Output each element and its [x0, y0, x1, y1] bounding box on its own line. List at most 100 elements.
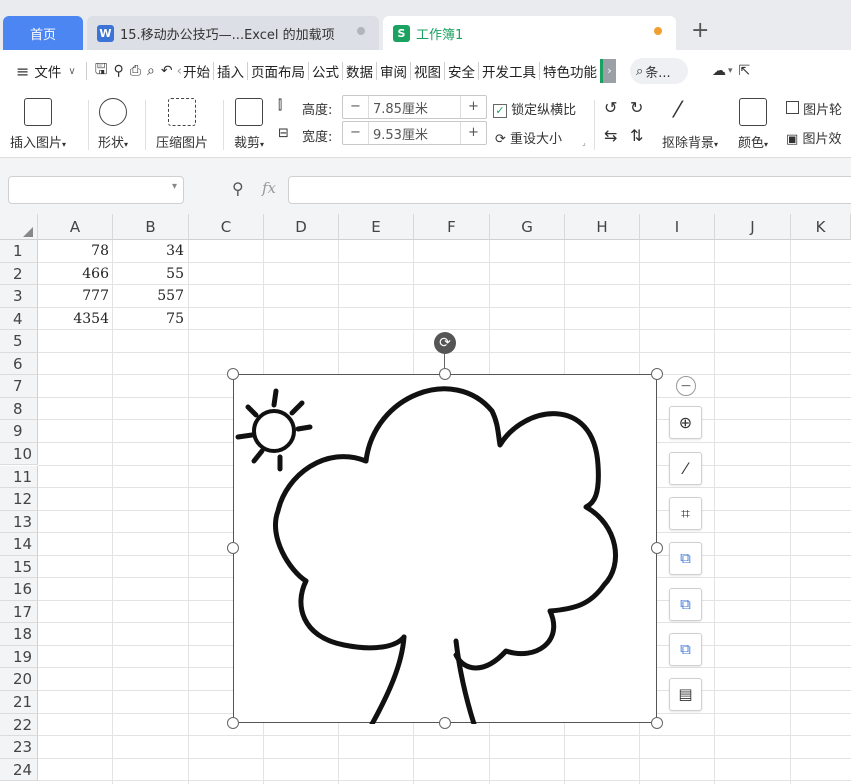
print-icon[interactable]: ⎙ — [130, 63, 141, 79]
menu-item-formula[interactable]: 公式 — [311, 61, 340, 81]
picture-effect-button[interactable]: ▣ 图片效 — [786, 128, 841, 147]
row-header[interactable]: 16 — [0, 578, 38, 601]
row-header[interactable]: 11 — [0, 465, 38, 488]
row-header[interactable]: 9 — [0, 420, 38, 443]
column-header[interactable]: H — [565, 214, 640, 240]
fx-icon[interactable]: fx — [262, 179, 276, 197]
column-header[interactable]: F — [414, 214, 490, 240]
spreadsheet-grid[interactable]: ABCDEFGHIJK 1 2 3 4 5 6 7 8 9 10 11 12 13 14 15 16 17 18 1… — [0, 214, 851, 784]
cloud-chevron-icon[interactable]: ▾ — [728, 66, 733, 76]
remove-background-button[interactable]: ⁄ 抠除背景▾ — [662, 98, 718, 151]
column-header[interactable]: C — [189, 214, 264, 240]
cell-b4[interactable]: 75 — [113, 308, 188, 330]
formula-input[interactable] — [288, 176, 851, 204]
zoom-picture-button[interactable]: ⊕ — [669, 406, 702, 439]
print-preview-icon[interactable]: ⌕ — [147, 63, 155, 79]
row-header[interactable]: 12 — [0, 488, 38, 511]
column-header[interactable]: E — [339, 214, 414, 240]
rotate-left-icon[interactable]: ↺ — [604, 98, 617, 117]
row-header[interactable]: 6 — [0, 352, 38, 376]
menu-item-security[interactable]: 安全 — [447, 61, 476, 81]
cell-a1[interactable]: 78 — [38, 240, 113, 262]
insert-picture-button[interactable]: 插入图片▾ — [10, 98, 66, 151]
cell-b3[interactable]: 557 — [113, 285, 188, 307]
cell-a2[interactable]: 466 — [38, 263, 113, 285]
row-header[interactable]: 8 — [0, 397, 38, 421]
row-header[interactable]: 7 — [0, 375, 38, 398]
file-menu[interactable]: 文件 — [33, 61, 62, 81]
menu-item-view[interactable]: 视图 — [413, 61, 442, 81]
compress-picture-button[interactable]: 压缩图片 — [156, 98, 208, 151]
row-header[interactable]: 23 — [0, 736, 38, 759]
menu-item-review[interactable]: 审阅 — [379, 61, 408, 81]
collapse-toolbar-icon[interactable]: − — [676, 376, 696, 396]
menu-item-developer[interactable]: 开发工具 — [481, 61, 537, 81]
row-header[interactable]: 15 — [0, 555, 38, 579]
crop-button[interactable]: 裁剪▾ — [234, 98, 264, 151]
row-header[interactable]: 1 — [0, 240, 38, 263]
resize-handle-s[interactable] — [439, 717, 451, 729]
row-header[interactable]: 17 — [0, 600, 38, 624]
column-header[interactable]: D — [264, 214, 339, 240]
tab-home[interactable]: 首页 — [3, 16, 83, 50]
remove-bg-side-button[interactable]: ⁄ — [669, 452, 702, 485]
flip-icon[interactable]: ⇆ — [604, 126, 617, 145]
width-plus[interactable]: + — [460, 122, 486, 144]
cloud-icon[interactable]: ☁ — [712, 63, 726, 79]
resize-handle-w[interactable] — [227, 542, 239, 554]
menu-item-special[interactable]: 特色功能 — [542, 61, 598, 81]
row-header[interactable]: 22 — [0, 713, 38, 737]
row-header[interactable]: 2 — [0, 262, 38, 286]
format-painter-icon[interactable]: ⚲ — [114, 63, 124, 79]
menu-item-insert[interactable]: 插入 — [216, 61, 245, 81]
resize-handle-ne[interactable] — [651, 368, 663, 380]
height-minus[interactable]: − — [343, 96, 369, 118]
column-header[interactable]: I — [640, 214, 715, 240]
cell-b1[interactable]: 34 — [113, 240, 188, 262]
dialog-launcher-icon[interactable]: ⌟ — [582, 138, 586, 147]
width-stepper[interactable]: − 9.53厘米 + — [342, 121, 487, 145]
rotate-handle-icon[interactable]: ⟳ — [434, 332, 456, 354]
row-header[interactable]: 14 — [0, 533, 38, 556]
menu-item-layout[interactable]: 页面布局 — [250, 61, 306, 81]
column-header[interactable]: B — [113, 214, 189, 240]
column-header[interactable]: J — [715, 214, 791, 240]
cell-b2[interactable]: 55 — [113, 263, 188, 285]
row-header[interactable]: 21 — [0, 691, 38, 714]
reset-size-button[interactable]: ⟳ 重设大小 — [495, 128, 562, 147]
share-icon[interactable]: ⇱ — [739, 63, 751, 79]
save-icon[interactable]: 🖫 — [95, 59, 108, 84]
tab-close-dot[interactable] — [357, 27, 365, 35]
resize-handle-e[interactable] — [651, 542, 663, 554]
rotate-right-icon[interactable]: ↻ — [630, 98, 643, 117]
menu-item-start[interactable]: 开始 — [182, 61, 211, 81]
row-header[interactable]: 5 — [0, 330, 38, 353]
undo-icon[interactable]: ↶ — [161, 63, 173, 79]
column-header[interactable]: G — [490, 214, 565, 240]
picture-to-pdf-button[interactable]: ⧉ — [669, 633, 702, 666]
select-all-corner[interactable] — [0, 214, 38, 240]
shape-button[interactable]: 形状▾ — [98, 98, 128, 151]
resize-handle-se[interactable] — [651, 717, 663, 729]
zoom-formula-icon[interactable]: ⚲ — [232, 179, 244, 198]
row-header[interactable]: 20 — [0, 668, 38, 691]
picture-to-word-button[interactable]: ⧉ — [669, 588, 702, 621]
picture-layout-button[interactable]: ▤ — [669, 678, 702, 711]
unsaved-dot[interactable] — [654, 27, 662, 35]
row-header[interactable]: 4 — [0, 307, 38, 331]
row-header[interactable]: 18 — [0, 623, 38, 646]
color-button[interactable]: 颜色▾ — [738, 98, 768, 151]
cell-a3[interactable]: 777 — [38, 285, 113, 307]
menu-item-data[interactable]: 数据 — [345, 61, 374, 81]
height-plus[interactable]: + — [460, 96, 486, 118]
name-box-chevron-icon[interactable]: ▾ — [172, 181, 177, 192]
height-stepper[interactable]: − 7.85厘米 + — [342, 95, 487, 119]
crop-side-button[interactable]: ⌗ — [669, 497, 702, 530]
row-header[interactable]: 24 — [0, 758, 38, 782]
search-box[interactable]: ⌕ 条... — [629, 58, 688, 84]
name-box[interactable]: ▾ — [8, 176, 184, 204]
width-minus[interactable]: − — [343, 122, 369, 144]
row-header[interactable]: 3 — [0, 285, 38, 308]
chevron-down-icon[interactable]: ∨ — [68, 66, 75, 77]
tab-document[interactable]: W 15.移动办公技巧—...Excel 的加载项 — [87, 16, 379, 50]
